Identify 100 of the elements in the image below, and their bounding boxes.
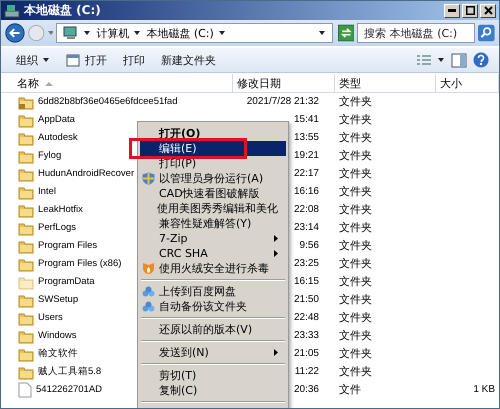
menu-item[interactable]: 剪切(T) [140, 368, 286, 383]
file-name[interactable]: AppData [38, 113, 75, 127]
breadcrumb[interactable]: 本地磁盘 (C:) [146, 26, 214, 40]
file-name[interactable]: ProgramData [38, 275, 94, 289]
file-name[interactable]: 翰文软件 [38, 347, 78, 361]
type-cell: 文件夹 [339, 185, 372, 199]
type-cell: 文件 [339, 383, 361, 397]
date-cell: 21:05 [294, 347, 319, 361]
menu-item[interactable]: 复制(C) [140, 383, 286, 398]
file-name[interactable]: LeakHotfix [38, 203, 83, 217]
folder-icon [18, 184, 34, 200]
file-name[interactable]: Autodesk [38, 131, 78, 145]
date-cell: 23:33 [294, 329, 319, 343]
type-cell: 文件夹 [339, 149, 372, 163]
type-cell: 文件夹 [339, 293, 372, 307]
refresh-button[interactable] [338, 23, 354, 43]
menu-item[interactable]: 使用美图秀秀编辑和美化 [140, 201, 286, 216]
back-button[interactable] [5, 21, 25, 45]
column-header[interactable]: 大小 [436, 74, 499, 92]
help-icon[interactable] [473, 52, 489, 68]
folder-icon [18, 112, 34, 128]
breadcrumb[interactable]: 计算机 [96, 26, 130, 40]
search-field[interactable]: 搜索 本地磁盘 (C:) [357, 23, 476, 43]
folder-icon [18, 238, 34, 254]
menu-item[interactable]: 还原以前的版本(V) [140, 322, 286, 337]
date-cell: 15:41 [294, 113, 319, 127]
type-cell: 文件夹 [339, 95, 372, 109]
type-cell: 文件夹 [339, 131, 372, 145]
file-name[interactable]: Program Files [38, 239, 98, 253]
file-name[interactable]: Program Files (x86) [38, 257, 122, 271]
menu-item[interactable]: CRC SHA [140, 246, 286, 261]
menu-item[interactable]: 自动备份该文件夹 [140, 299, 286, 314]
menu-item[interactable]: CAD快速看图破解版 [140, 186, 286, 201]
folder-icon [18, 166, 34, 182]
search-icon[interactable] [478, 23, 495, 43]
preview-pane-icon[interactable] [451, 52, 467, 68]
caret-icon [218, 30, 226, 36]
folder-icon [18, 202, 34, 218]
window-title: 本地磁盘 (C:) [24, 2, 102, 19]
folder-icon [18, 220, 34, 236]
type-cell: 文件夹 [339, 221, 372, 235]
dropdown-caret-icon[interactable] [318, 30, 326, 36]
folder-icon [18, 328, 34, 344]
toolbar-button[interactable]: 新建文件夹 [156, 52, 221, 68]
file-name[interactable]: Fylog [38, 149, 62, 163]
caret-icon [43, 57, 50, 63]
file-name[interactable]: Users [38, 311, 63, 325]
column-header[interactable]: 名称 [1, 74, 233, 92]
caret-icon [134, 30, 142, 36]
menu-item[interactable]: 编辑(E) [140, 141, 286, 156]
address-bar[interactable]: 计算机 本地磁盘 (C:) [56, 23, 333, 43]
folder-icon [18, 292, 34, 308]
type-cell: 文件夹 [339, 365, 372, 379]
date-cell: 22:08 [294, 203, 319, 217]
cloud-icon [142, 301, 154, 312]
menu-item[interactable]: 上传到百度网盘 [140, 284, 286, 299]
close-button[interactable] [480, 4, 496, 18]
column-header[interactable]: 类型 [335, 74, 436, 92]
file-name[interactable]: 6dd82b8bf36e0465e6fdcee51fad [38, 95, 178, 109]
window-icon [66, 54, 80, 66]
toolbar-button[interactable]: 组织 [11, 52, 55, 68]
folder-icon [18, 130, 34, 146]
menu-item[interactable]: 兼容性疑难解答(Y) [140, 216, 286, 231]
type-cell: 文件夹 [339, 239, 372, 253]
menu-item[interactable]: 发送到(N) [140, 345, 286, 360]
date-cell: 23:14 [294, 221, 319, 235]
column-header[interactable]: 修改日期 [233, 74, 335, 92]
file-name[interactable]: 贼人工具箱5.8 [38, 365, 102, 379]
type-cell: 文件夹 [339, 203, 372, 217]
file-name[interactable]: Intel [38, 185, 56, 199]
menu-item[interactable]: 使用火绒安全进行杀毒 [140, 261, 286, 276]
history-caret-icon[interactable] [48, 30, 54, 36]
type-cell: 文件夹 [339, 275, 372, 289]
type-cell: 文件夹 [339, 311, 372, 325]
caret-icon [84, 30, 92, 36]
cloud-icon [142, 286, 154, 297]
close-icon [484, 6, 492, 15]
file-name[interactable]: Windows [38, 329, 77, 343]
date-cell: 22:17 [294, 167, 319, 181]
folder-icon [18, 364, 34, 380]
caret-icon[interactable] [438, 57, 445, 63]
date-cell: 20:36 [294, 383, 319, 397]
toolbar-button[interactable]: 打印 [118, 52, 150, 68]
toolbar-button[interactable]: 打开 [61, 52, 112, 68]
file-name[interactable]: SWSetup [38, 293, 78, 307]
maximize-button[interactable] [462, 4, 478, 18]
menu-item[interactable]: 打印(P) [140, 156, 286, 171]
type-cell: 文件夹 [339, 167, 372, 181]
folder-icon [18, 148, 34, 164]
file-icon [18, 382, 32, 398]
maximize-icon [466, 6, 474, 15]
file-name[interactable]: HudunAndroidRecover [38, 167, 134, 181]
date-cell: 11:22 [294, 365, 319, 379]
file-name[interactable]: PerfLogs [38, 221, 76, 235]
menu-item[interactable]: 7-Zip [140, 231, 286, 246]
file-name[interactable]: 5412262701AD [36, 383, 102, 397]
menu-item[interactable]: 以管理员身份运行(A) [140, 171, 286, 186]
minimize-button[interactable] [444, 4, 460, 18]
drive-icon [4, 4, 20, 18]
menu-item[interactable]: 打开(O) [140, 126, 286, 141]
